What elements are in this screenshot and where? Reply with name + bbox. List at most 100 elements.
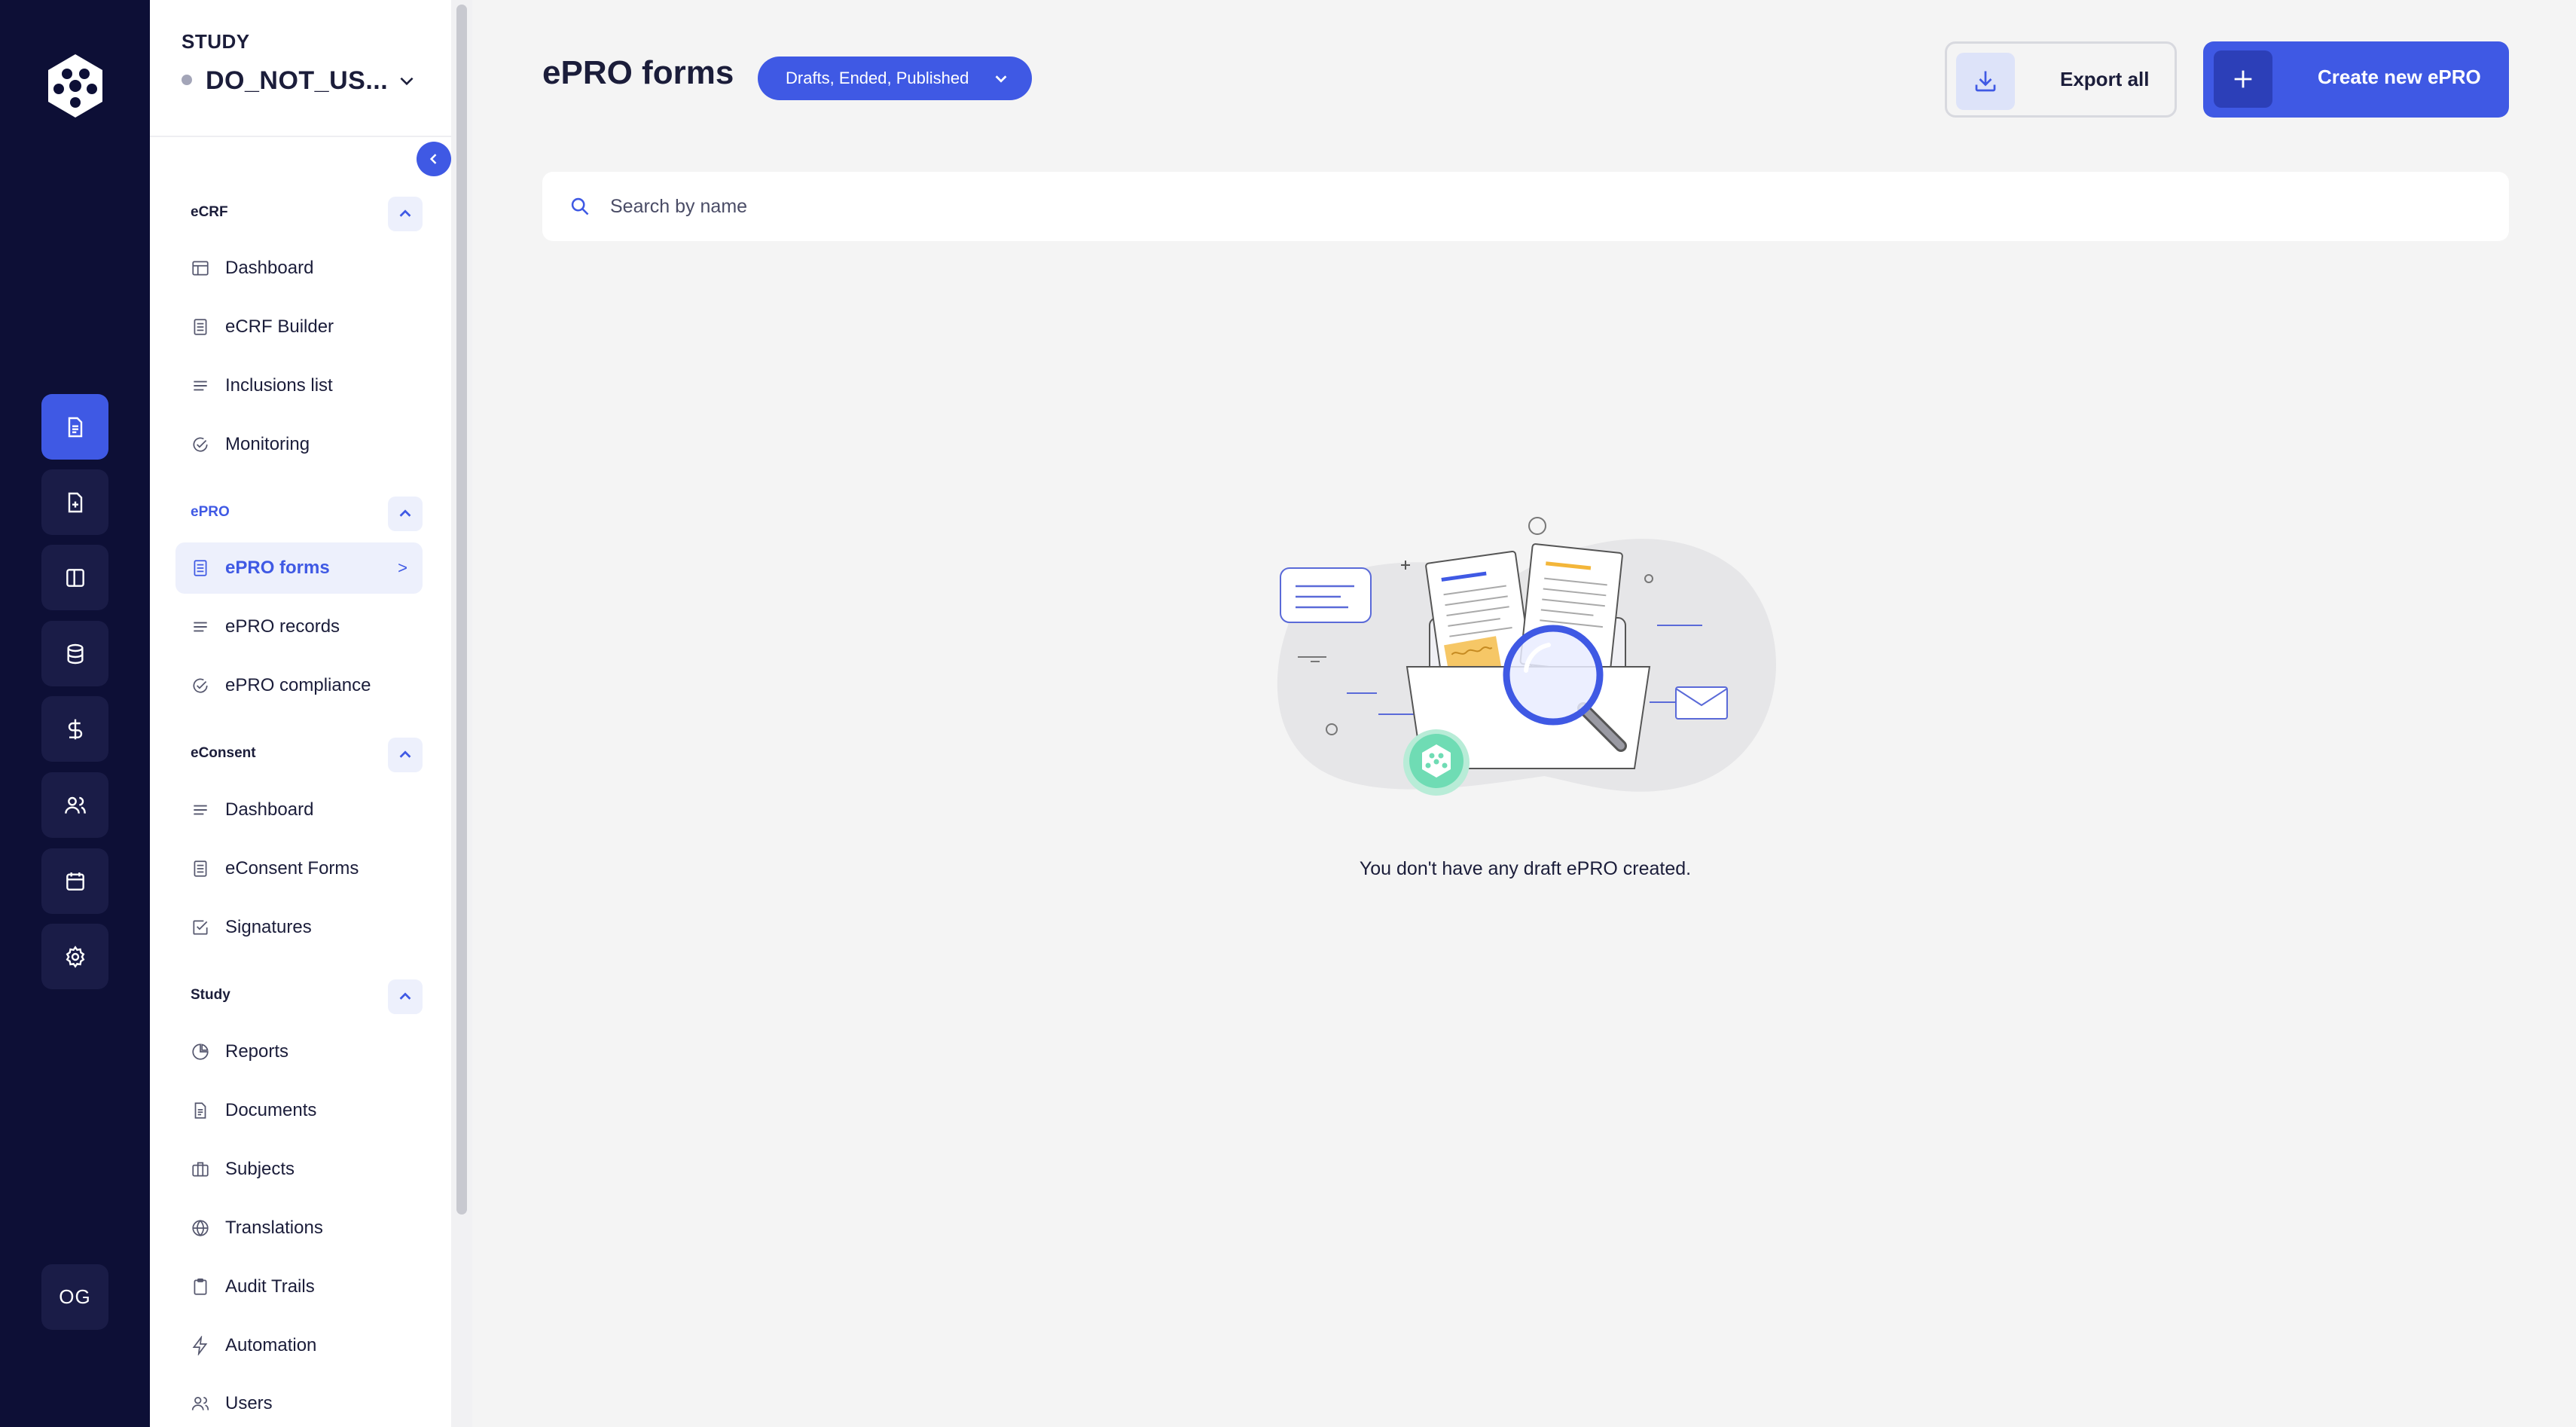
rail-settings-button[interactable] (41, 924, 108, 989)
document-icon (68, 417, 82, 437)
nav-label: Audit Trails (225, 1276, 315, 1297)
chevron-up-icon (399, 992, 411, 1000)
nav-monitoring[interactable]: Monitoring (175, 419, 423, 470)
nav-automation[interactable]: Automation (175, 1320, 423, 1371)
export-all-button[interactable]: Export all (1945, 41, 2177, 118)
form-icon (194, 560, 207, 576)
nav-econsent-dashboard[interactable]: Dashboard (175, 784, 423, 836)
list-icon (194, 380, 207, 391)
status-filter-label: Drafts, Ended, Published (786, 69, 969, 87)
nav-users[interactable]: Users (175, 1378, 423, 1427)
users-icon (64, 796, 86, 814)
rail-layout-button[interactable] (41, 545, 108, 610)
nav-label: Inclusions list (225, 375, 333, 396)
chevron-up-icon (399, 509, 411, 517)
nav-label: Dashboard (225, 258, 314, 278)
chevron-down-icon (995, 75, 1007, 83)
section-study-title: Study (191, 987, 230, 1003)
search-icon (571, 197, 589, 215)
nav-epro-records[interactable]: ePRO records (175, 601, 423, 652)
nav-label: Subjects (225, 1159, 295, 1179)
nav-label: Dashboard (225, 799, 314, 820)
dollar-icon (68, 719, 82, 739)
nav-label: Translations (225, 1218, 323, 1238)
check-circle-icon (193, 437, 208, 452)
nav-label: Documents (225, 1100, 317, 1120)
empty-state-illustration (1277, 517, 1776, 796)
calendar-icon (66, 872, 84, 891)
section-study-toggle[interactable] (388, 979, 423, 1014)
search-bar (542, 172, 2509, 241)
plus-icon (2214, 50, 2272, 108)
create-new-epro-button[interactable]: Create new ePRO (2203, 41, 2509, 118)
study-name: DO_NOT_US... (206, 66, 389, 95)
empty-state-message: You don't have any draft ePRO created. (1359, 858, 1692, 879)
nav-documents[interactable]: Documents (175, 1085, 423, 1136)
nav-ecrf-dashboard[interactable]: Dashboard (175, 243, 423, 294)
rail-payments-button[interactable] (41, 696, 108, 762)
app-logo-icon[interactable] (42, 53, 108, 119)
chevron-down-icon[interactable] (397, 71, 417, 90)
rail-users-button[interactable] (41, 772, 108, 838)
export-all-label: Export all (2060, 68, 2150, 90)
study-status-dot (182, 75, 192, 85)
chevron-up-icon (399, 750, 411, 758)
database-icon (66, 643, 84, 664)
clipboard-icon (194, 1278, 207, 1295)
sidebar: STUDY DO_NOT_US... eCRF Dashboard eCRF B… (150, 0, 451, 1427)
nav-reports[interactable]: Reports (175, 1026, 423, 1077)
briefcase-icon (192, 1162, 209, 1177)
chevron-left-icon (429, 154, 437, 164)
section-epro-toggle[interactable] (388, 497, 423, 531)
nav-label: ePRO records (225, 616, 340, 637)
nav-econsent-forms[interactable]: eConsent Forms (175, 843, 423, 894)
study-selector[interactable]: STUDY DO_NOT_US... (150, 0, 451, 137)
document-plus-icon (68, 492, 82, 512)
active-arrow-icon: > (398, 558, 407, 577)
nav-label: eConsent Forms (225, 858, 359, 879)
search-input[interactable] (610, 190, 2418, 223)
globe-icon (192, 1220, 209, 1236)
pie-chart-icon (192, 1044, 209, 1060)
nav-label: Automation (225, 1335, 317, 1355)
nav-signatures[interactable]: Signatures (175, 902, 423, 953)
collapse-sidebar-button[interactable] (417, 142, 451, 176)
nav-label: eCRF Builder (225, 316, 334, 337)
document-icon (194, 1102, 206, 1119)
rail-add-document-button[interactable] (41, 469, 108, 535)
nav-inclusions-list[interactable]: Inclusions list (175, 360, 423, 411)
nav-label: Monitoring (225, 434, 310, 454)
nav-translations[interactable]: Translations (175, 1202, 423, 1254)
chevron-up-icon (399, 209, 411, 217)
section-econsent-toggle[interactable] (388, 738, 423, 772)
gear-icon (66, 945, 84, 968)
lightning-icon (192, 1336, 208, 1355)
user-avatar[interactable]: OG (41, 1264, 108, 1330)
section-epro-title: ePRO (191, 504, 230, 520)
nav-epro-forms[interactable]: ePRO forms > (175, 542, 423, 594)
nav-label: Reports (225, 1041, 289, 1062)
nav-subjects[interactable]: Subjects (175, 1144, 423, 1195)
nav-label: Signatures (225, 917, 312, 937)
layout-icon (192, 261, 209, 276)
nav-audit-trails[interactable]: Audit Trails (175, 1261, 423, 1312)
list-icon (194, 622, 207, 632)
nav-ecrf-builder[interactable]: eCRF Builder (175, 301, 423, 353)
rail-calendar-button[interactable] (41, 848, 108, 914)
study-label: STUDY (182, 30, 250, 53)
check-square-icon (193, 920, 208, 935)
section-ecrf-toggle[interactable] (388, 197, 423, 231)
download-icon (1956, 53, 2015, 110)
section-econsent-title: eConsent (191, 745, 256, 761)
sidebar-scrollbar-thumb[interactable] (456, 5, 467, 1215)
rail-database-button[interactable] (41, 621, 108, 686)
section-ecrf-title: eCRF (191, 204, 228, 220)
nav-epro-compliance[interactable]: ePRO compliance (175, 660, 423, 711)
rail-epro-forms-button[interactable] (41, 394, 108, 460)
page-title: ePRO forms (542, 54, 734, 91)
check-circle-icon (193, 678, 208, 693)
list-icon (194, 805, 207, 815)
form-icon (194, 860, 207, 877)
nav-label: ePRO compliance (225, 675, 371, 695)
status-filter-dropdown[interactable]: Drafts, Ended, Published (758, 57, 1032, 100)
